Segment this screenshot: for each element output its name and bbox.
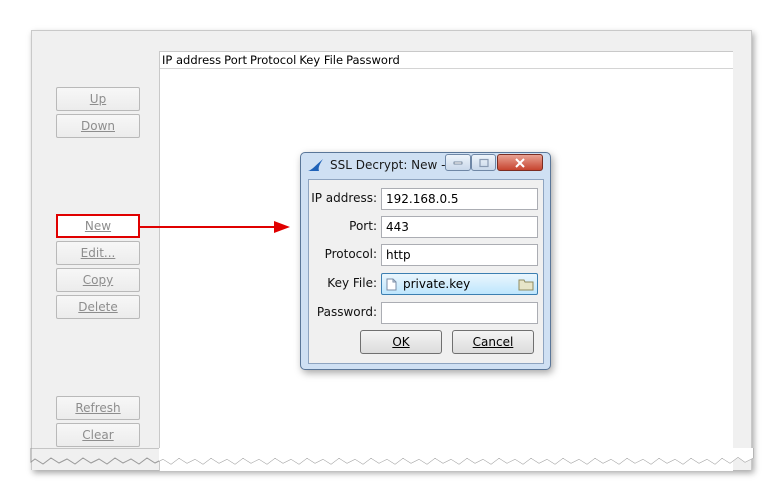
port-label: Port: [349, 219, 377, 233]
cancel-button[interactable]: Cancel [452, 330, 534, 354]
ok-label: OK [392, 335, 410, 349]
protocol-label: Protocol: [324, 247, 377, 261]
folder-icon [518, 279, 534, 291]
column-ip-address[interactable]: IP address [162, 53, 221, 67]
list-header: IP address Port Protocol Key File Password [160, 52, 733, 69]
keyfile-value: private.key [403, 277, 471, 291]
column-protocol[interactable]: Protocol [250, 53, 296, 67]
down-button[interactable]: Down [56, 114, 140, 138]
minimize-button[interactable] [445, 154, 471, 171]
password-label: Password: [316, 305, 377, 319]
column-port[interactable]: Port [224, 53, 247, 67]
down-label: Down [80, 119, 115, 133]
annotation-arrow-icon [140, 221, 290, 233]
ip-address-field[interactable]: 192.168.0.5 [381, 188, 538, 210]
new-label: New [84, 219, 112, 233]
delete-button[interactable]: Delete [56, 295, 140, 319]
file-icon [386, 278, 397, 291]
copy-button[interactable]: Copy [56, 268, 140, 292]
preferences-panel: IP address Port Protocol Key File Password U… [31, 30, 752, 471]
password-row: Password: [309, 302, 543, 324]
keyfile-row: Key File: private.key [309, 273, 543, 295]
ip-label: IP address: [311, 191, 377, 205]
delete-label: Delete [78, 300, 118, 314]
copy-label: Copy [82, 273, 114, 287]
cancel-label: Cancel [472, 335, 514, 349]
wireshark-fin-icon [308, 159, 323, 171]
new-button[interactable]: New [56, 214, 140, 238]
dialog-title: SSL Decrypt: New -... [330, 158, 457, 172]
up-label: Up [89, 92, 107, 106]
protocol-row: Protocol: http [309, 244, 543, 266]
clear-button[interactable]: Clear [56, 423, 140, 447]
port-field[interactable]: 443 [381, 216, 538, 238]
keyfile-chooser-button[interactable]: private.key [381, 273, 538, 295]
column-key-file[interactable]: Key File [299, 53, 343, 67]
ok-button[interactable]: OK [360, 330, 442, 354]
password-field[interactable] [381, 302, 538, 324]
clear-label: Clear [82, 428, 114, 442]
protocol-field[interactable]: http [381, 244, 538, 266]
maximize-button[interactable] [471, 154, 496, 171]
edit-label: Edit... [80, 246, 116, 260]
port-row: Port: 443 [309, 216, 543, 238]
maximize-icon [478, 158, 489, 167]
ip-row: IP address: 192.168.0.5 [309, 188, 543, 210]
edit-button[interactable]: Edit... [56, 241, 140, 265]
close-icon [515, 157, 525, 168]
keyfile-label: Key File: [327, 276, 377, 290]
refresh-label: Refresh [75, 401, 121, 415]
dialog-titlebar[interactable]: SSL Decrypt: New -... [301, 153, 550, 177]
up-button[interactable]: Up [56, 87, 140, 111]
minimize-icon [453, 161, 463, 164]
torn-edge-decoration [30, 448, 754, 465]
column-password[interactable]: Password [346, 53, 400, 67]
close-button[interactable] [497, 154, 543, 171]
refresh-button[interactable]: Refresh [56, 396, 140, 420]
